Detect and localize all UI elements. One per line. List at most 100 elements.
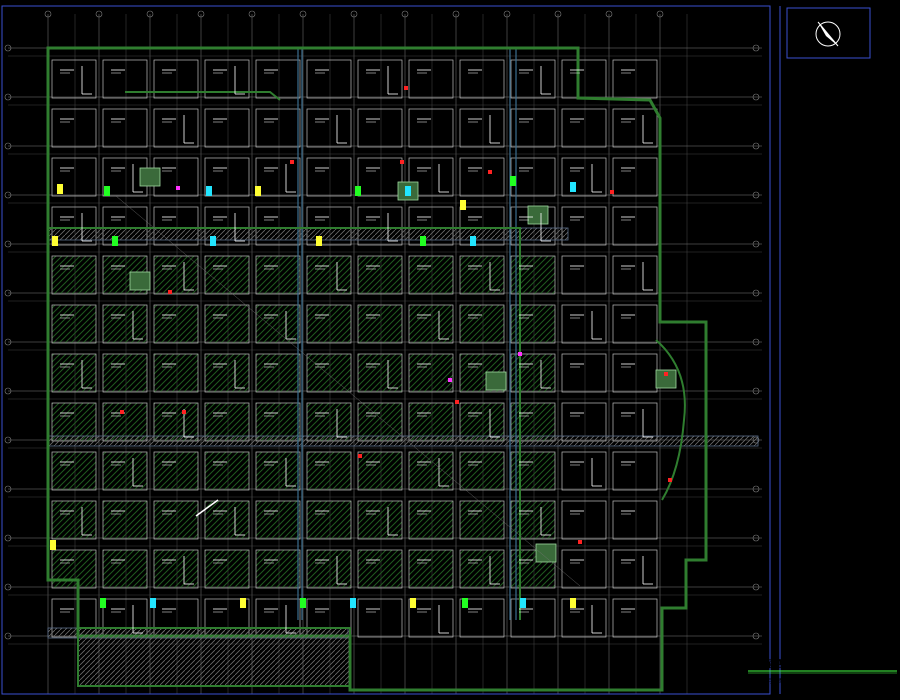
color-marker <box>316 236 322 246</box>
bay-cell <box>306 353 352 393</box>
red-marker <box>610 190 614 194</box>
bay-cell <box>51 402 97 442</box>
bay-cell <box>255 549 301 589</box>
magenta-marker <box>518 352 522 356</box>
bay-cell <box>408 304 454 344</box>
bay-cell <box>459 549 505 589</box>
red-marker <box>404 86 408 90</box>
bay-cell <box>51 255 97 295</box>
magenta-marker <box>448 378 452 382</box>
bay-cell <box>306 549 352 589</box>
pit-block <box>139 167 161 187</box>
bay-cell <box>459 304 505 344</box>
color-marker <box>210 236 216 246</box>
pit-block <box>129 271 151 291</box>
bay-cell <box>408 500 454 540</box>
bay-cell <box>102 304 148 344</box>
bay-cell <box>204 549 250 589</box>
bay-cell <box>51 500 97 540</box>
bay-cell <box>510 402 556 442</box>
bay-cell <box>153 451 199 491</box>
bay-cell <box>357 304 403 344</box>
red-marker <box>488 170 492 174</box>
bay-cell <box>306 255 352 295</box>
bay-cell <box>510 353 556 393</box>
red-marker <box>578 540 582 544</box>
bay-cell <box>357 451 403 491</box>
bay-cell <box>459 451 505 491</box>
beam-band <box>47 227 569 241</box>
bay-cell <box>357 549 403 589</box>
bay-cell <box>153 353 199 393</box>
pit-block <box>485 371 507 391</box>
color-marker <box>510 176 516 186</box>
red-marker <box>120 410 124 414</box>
foundation-beam-plan: B地块酒店基础地梁配筋平面图 1:150 说明：图纸说明详见结构设计总说明 <box>0 0 900 700</box>
color-marker <box>462 598 468 608</box>
bay-cell <box>408 451 454 491</box>
color-marker <box>520 598 526 608</box>
bay-cell <box>204 451 250 491</box>
beam-band <box>47 435 759 447</box>
bay-cell <box>255 255 301 295</box>
color-marker <box>240 598 246 608</box>
bay-cell <box>153 255 199 295</box>
bay-cell <box>204 500 250 540</box>
color-marker <box>570 182 576 192</box>
bay-cell <box>51 353 97 393</box>
color-marker <box>255 186 261 196</box>
color-marker <box>350 598 356 608</box>
red-marker <box>400 160 404 164</box>
magenta-marker <box>176 186 180 190</box>
bay-cell <box>408 255 454 295</box>
color-marker <box>300 598 306 608</box>
pit-block <box>535 543 557 563</box>
bay-cell <box>51 451 97 491</box>
red-marker <box>455 400 459 404</box>
bay-cell <box>459 255 505 295</box>
bay-cell <box>510 451 556 491</box>
bay-cell <box>255 353 301 393</box>
bay-cell <box>357 353 403 393</box>
bay-cell <box>102 402 148 442</box>
bay-cell <box>306 500 352 540</box>
bay-cell <box>408 549 454 589</box>
bay-cell <box>357 402 403 442</box>
bay-cell <box>357 500 403 540</box>
bottom-zone <box>77 627 351 687</box>
color-marker <box>460 200 466 210</box>
bay-cell <box>153 402 199 442</box>
color-marker <box>470 236 476 246</box>
color-marker <box>410 598 416 608</box>
bay-cell <box>153 500 199 540</box>
red-marker <box>182 410 186 414</box>
bay-cell <box>306 304 352 344</box>
color-marker <box>52 236 58 246</box>
cad-viewport[interactable]: B地块酒店基础地梁配筋平面图 1:150 说明：图纸说明详见结构设计总说明 <box>0 0 900 700</box>
bay-cell <box>204 402 250 442</box>
color-marker <box>206 186 212 196</box>
color-marker <box>150 598 156 608</box>
bay-cell <box>306 402 352 442</box>
bay-cell <box>153 549 199 589</box>
bay-cell <box>510 304 556 344</box>
bay-cell <box>459 500 505 540</box>
bay-cell <box>204 304 250 344</box>
color-marker <box>50 540 56 550</box>
color-marker <box>420 236 426 246</box>
bay-cell <box>51 304 97 344</box>
bay-cell <box>255 304 301 344</box>
bay-cell <box>102 500 148 540</box>
bay-cell <box>255 451 301 491</box>
bay-cell <box>408 402 454 442</box>
red-marker <box>668 478 672 482</box>
bay-cell <box>306 451 352 491</box>
bay-cell <box>204 353 250 393</box>
bay-cell <box>510 255 556 295</box>
drawing-title: B地块酒店基础地梁配筋平面图 1:150 <box>741 658 897 670</box>
bay-cell <box>255 402 301 442</box>
bay-cell <box>459 402 505 442</box>
color-marker <box>100 598 106 608</box>
red-marker <box>664 372 668 376</box>
drawing-note: 说明：图纸说明详见结构设计总说明 <box>760 677 856 685</box>
